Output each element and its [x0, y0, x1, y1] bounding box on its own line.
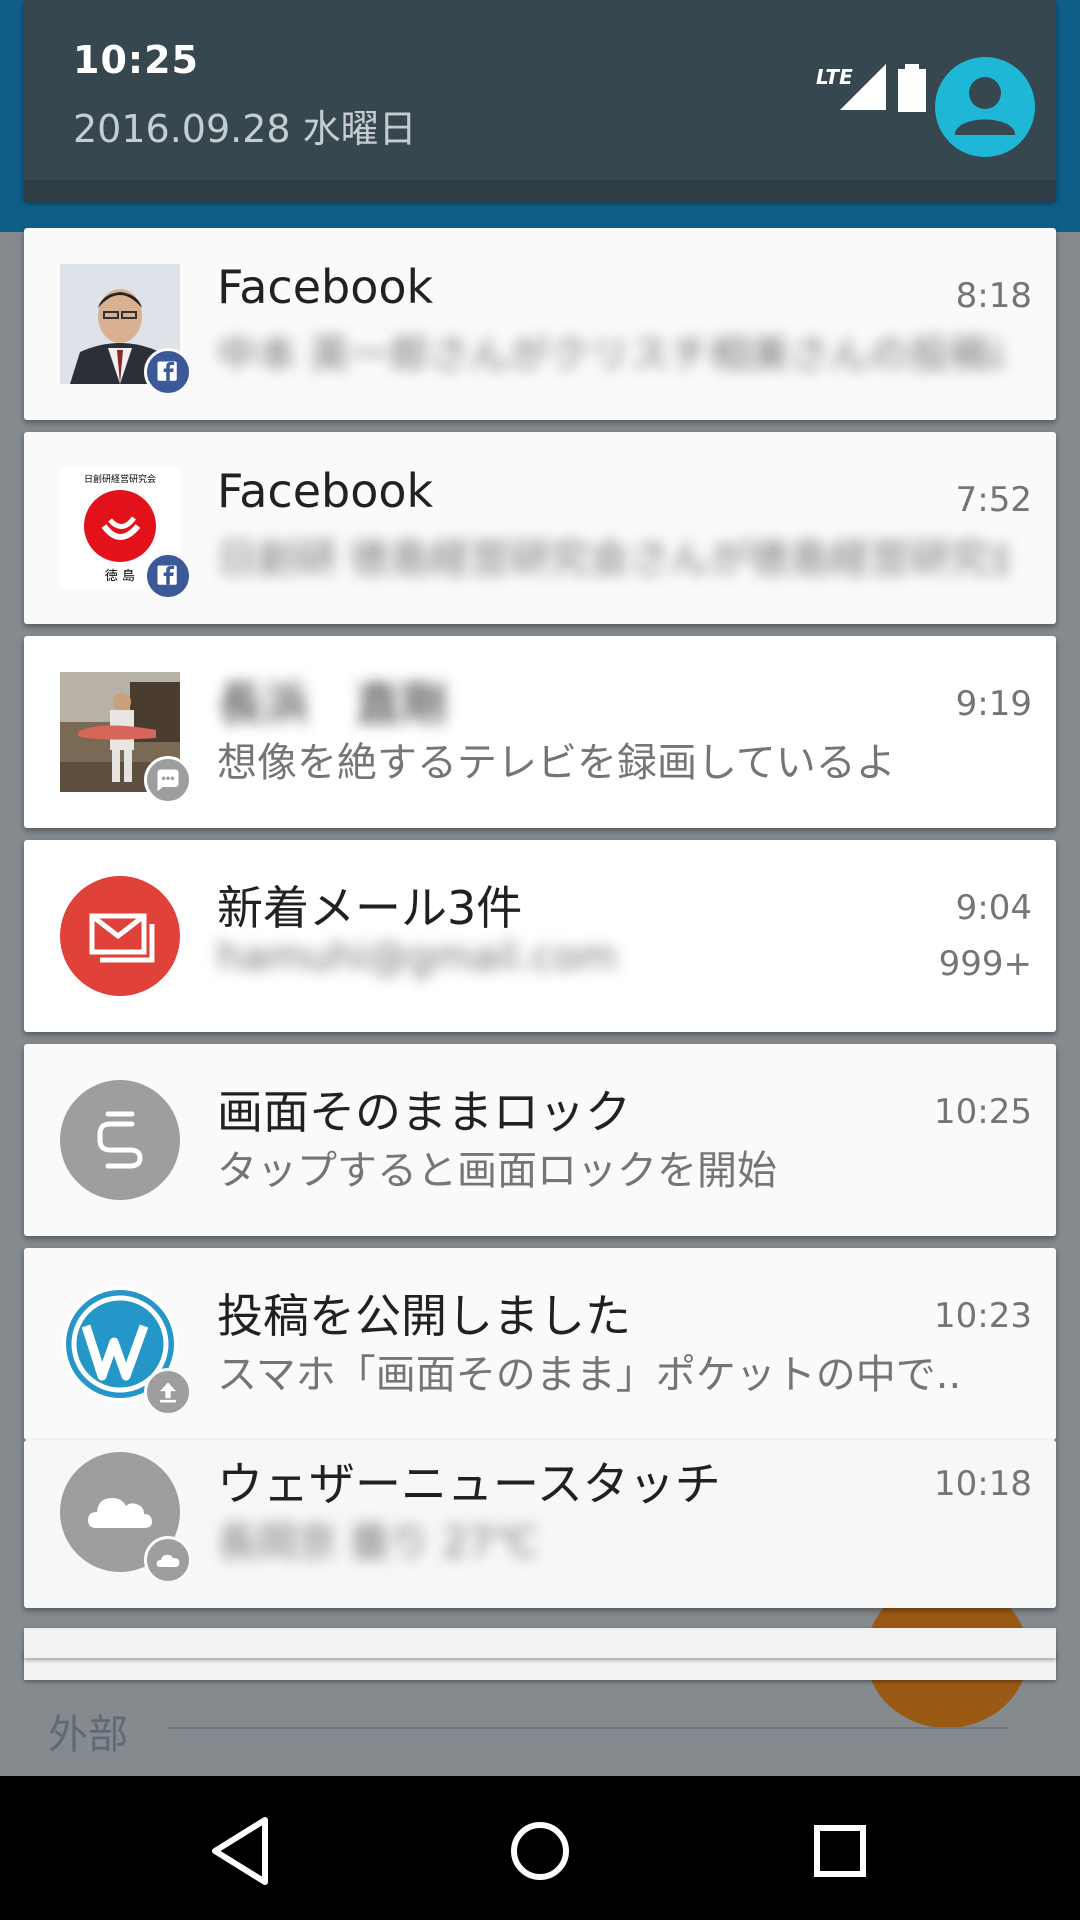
notification-time: 10:23 — [934, 1296, 1032, 1336]
battery-icon — [898, 64, 926, 112]
notification-title: 投稿を公開しました — [217, 1289, 631, 1343]
back-icon[interactable] — [197, 1806, 287, 1896]
notification-title: Facebook — [217, 464, 434, 518]
notification-screen-lock[interactable]: 画面そのままロック 10:25 タップすると画面ロックを開始 — [24, 1044, 1056, 1236]
notification-weathernews[interactable]: ウェザーニュースタッチ 10:18 長岡京 曇り 27℃ — [24, 1440, 1056, 1608]
user-avatar-icon[interactable] — [933, 55, 1037, 159]
notification-text: hamuhi@gmail.com — [217, 934, 617, 980]
notification-time: 7:52 — [955, 480, 1032, 520]
notification-facebook-2[interactable]: 日創研経営研究会 徳 島 Facebook 7:52 日創研 徳島経営研究会さん… — [24, 432, 1056, 624]
header-bottom-strip — [24, 180, 1056, 202]
lte-signal-icon: LTE — [816, 64, 886, 110]
mail-icon — [60, 876, 180, 996]
stacked-notification-edge[interactable] — [24, 1628, 1056, 1658]
notification-wordpress[interactable]: 投稿を公開しました 10:23 スマホ「画面そのまま」ポケットの中で.. — [24, 1248, 1056, 1440]
notification-text: 長岡京 曇り 27℃ — [217, 1520, 539, 1566]
notification-title: 画面そのままロック — [217, 1085, 631, 1139]
notification-time: 10:25 — [934, 1092, 1032, 1132]
logo-text-bottom: 徳 島 — [105, 569, 135, 584]
date[interactable]: 2016.09.28 水曜日 — [73, 98, 417, 153]
notification-text: 中本 英一郎さんがクリスチ相美さんの投稿にコメント — [217, 332, 1007, 378]
notification-text: タップすると画面ロックを開始 — [217, 1148, 777, 1194]
notification-text: 想像を絶するテレビを録画しているよ — [217, 740, 896, 786]
lock-app-icon — [60, 1080, 180, 1200]
notification-title: 新着メール3件 — [217, 881, 523, 935]
facebook-icon — [144, 552, 192, 600]
notification-time: 9:04 — [955, 888, 1032, 928]
notification-time: 9:19 — [955, 684, 1032, 724]
lte-label: LTE — [816, 65, 853, 89]
notification-title: Facebook — [217, 260, 434, 314]
notification-time: 8:18 — [955, 276, 1032, 316]
navigation-bar — [0, 1776, 1080, 1920]
recents-icon[interactable] — [795, 1806, 885, 1896]
background-label-external: 外部 — [48, 1712, 128, 1758]
background-divider — [168, 1727, 1008, 1729]
chat-bubble-icon — [144, 756, 192, 804]
logo-text-top: 日創研経営研究会 — [84, 473, 156, 485]
notification-title: 長浜 直剛 — [217, 677, 447, 731]
notification-title: ウェザーニュースタッチ — [217, 1457, 721, 1511]
unread-count: 999+ — [938, 944, 1032, 984]
notification-text: スマホ「画面そのまま」ポケットの中で.. — [217, 1352, 962, 1398]
home-icon[interactable] — [495, 1806, 585, 1896]
clock: 10:25 — [73, 38, 199, 82]
notification-facebook-1[interactable]: Facebook 8:18 中本 英一郎さんがクリスチ相美さんの投稿にコメント — [24, 228, 1056, 420]
notification-time: 10:18 — [934, 1464, 1032, 1504]
upload-icon — [144, 1368, 192, 1416]
notification-shade-header[interactable]: 10:25 2016.09.28 水曜日 LTE — [24, 0, 1056, 202]
facebook-icon — [144, 348, 192, 396]
notification-message[interactable]: 長浜 直剛 9:19 想像を絶するテレビを録画しているよ — [24, 636, 1056, 828]
notification-mail[interactable]: 新着メール3件 9:04 hamuhi@gmail.com 999+ — [24, 840, 1056, 1032]
cloud-icon — [144, 1536, 192, 1584]
notification-text: 日創研 徳島経営研究会さんが徳島経営研究会 — [217, 536, 1007, 582]
